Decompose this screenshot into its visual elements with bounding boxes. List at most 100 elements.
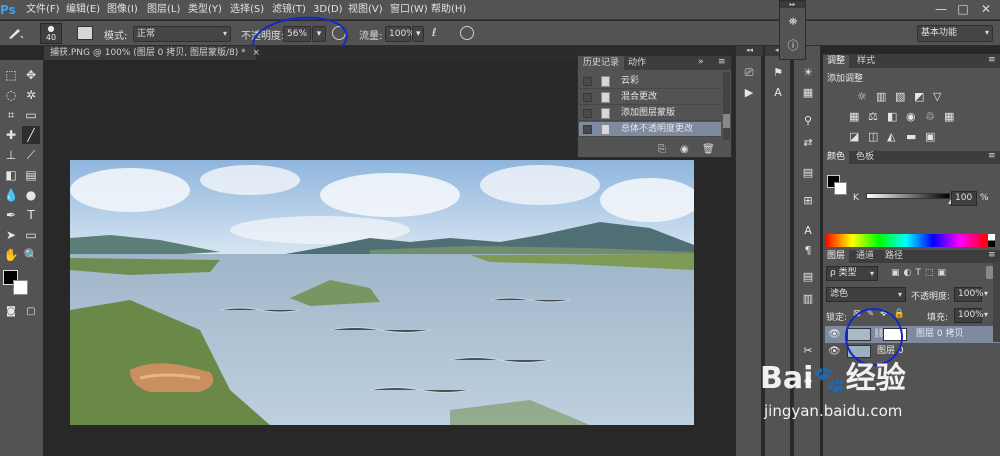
move-tool-icon[interactable]: ✥	[22, 66, 40, 84]
snapshot-camera-icon[interactable]: ◉	[680, 144, 689, 155]
flow-input[interactable]: 100%	[385, 26, 415, 42]
menu-file[interactable]: 文件(F)	[26, 3, 60, 17]
layer-filter-icons[interactable]: ▣◐T⬚▣	[891, 268, 950, 278]
type-tool-icon[interactable]: T	[22, 206, 40, 224]
tab-styles[interactable]: 样式	[853, 55, 879, 68]
history-scrollbar[interactable]	[723, 72, 730, 140]
history-checkbox[interactable]	[583, 109, 592, 118]
actions-play-icon[interactable]: ▶	[740, 84, 758, 102]
photo-filter-icon[interactable]: ◉	[906, 110, 916, 123]
path-selection-tool-icon[interactable]: ➤	[2, 226, 20, 244]
menu-window[interactable]: 窗口(W)	[390, 3, 428, 17]
menu-select[interactable]: 选择(S)	[230, 3, 264, 17]
paragraph-panel-icon[interactable]: A	[769, 84, 787, 102]
properties-panel-icon[interactable]: ▤	[799, 164, 817, 182]
gradient-tool-icon[interactable]: ▤	[22, 166, 40, 184]
workspace-dropdown[interactable]: 基本功能 ▾	[917, 25, 993, 42]
tab-actions[interactable]: 动作	[623, 56, 651, 70]
quick-mask-icon[interactable]: ◙	[2, 303, 20, 321]
color-bw-ramp[interactable]	[988, 234, 995, 247]
levels-icon[interactable]: ▥	[876, 90, 886, 103]
brush-tool-icon[interactable]: ╱	[22, 126, 40, 144]
zoom-tool-icon[interactable]: 🔍	[22, 246, 40, 264]
landscape-photo[interactable]	[70, 160, 694, 425]
panel-menu-icon[interactable]: ≡	[718, 57, 726, 67]
brightness-contrast-icon[interactable]: ☼	[857, 90, 867, 103]
rectangle-tool-icon[interactable]: ▭	[22, 226, 40, 244]
black-white-icon[interactable]: ◧	[887, 110, 897, 123]
posterize-icon[interactable]: ◫	[868, 130, 878, 143]
crop-tool-icon[interactable]: ⌗	[2, 106, 20, 124]
k-channel-input[interactable]: 100	[951, 191, 977, 206]
healing-brush-tool-icon[interactable]: ✚	[2, 126, 20, 144]
maximize-button[interactable]: □	[953, 1, 973, 18]
navigator-icon[interactable]: ⛯	[784, 13, 802, 31]
airbrush-icon[interactable]: ℓ	[432, 26, 448, 40]
chevron-down-icon[interactable]: ▾	[984, 310, 988, 319]
curves-icon[interactable]: ▧	[895, 90, 905, 103]
clone-stamp-tool-icon[interactable]: ⊥	[2, 146, 20, 164]
k-channel-slider[interactable]	[866, 193, 954, 204]
menu-help[interactable]: 帮助(H)	[431, 3, 466, 17]
new-document-from-state-icon[interactable]: ⎘	[658, 144, 666, 155]
color-balance-icon[interactable]: ⚖	[868, 110, 878, 123]
panel-collapse-icon[interactable]: »	[698, 57, 704, 67]
info-icon[interactable]: ⓘ	[784, 37, 802, 55]
screen-mode-icon[interactable]: ▢	[22, 303, 40, 321]
minimize-button[interactable]: —	[931, 1, 951, 18]
history-checkbox[interactable]	[583, 77, 592, 86]
layer-filter-dropdown[interactable]: ρ 类型 ▾	[826, 266, 878, 281]
mode-dropdown[interactable]: 正常 ▾	[133, 26, 231, 42]
lasso-tool-icon[interactable]: ◌	[2, 86, 20, 104]
history-checkbox[interactable]	[583, 93, 592, 102]
history-item-selected[interactable]: 总体不透明度更改	[579, 122, 721, 137]
history-panel-icon[interactable]: ⎚	[740, 64, 758, 82]
history-item[interactable]: 混合更改	[579, 90, 721, 105]
color-background-swatch[interactable]	[834, 182, 847, 195]
color-spectrum-ramp[interactable]	[825, 234, 987, 247]
layers-scrollbar[interactable]	[993, 262, 1000, 342]
eraser-tool-icon[interactable]: ◧	[2, 166, 20, 184]
info-panel-icon[interactable]: ⊞	[799, 192, 817, 210]
brush-presets-icon[interactable]: ⚲	[799, 112, 817, 130]
invert-icon[interactable]: ◪	[849, 130, 859, 143]
panel-expand-icon[interactable]: ▸▸	[780, 1, 805, 8]
menu-3d[interactable]: 3D(D)	[313, 3, 343, 17]
tab-adjustments[interactable]: 调整	[823, 55, 850, 68]
layer-opacity-input[interactable]: 100%	[954, 287, 984, 302]
gradient-map-icon[interactable]: ▬	[906, 130, 916, 143]
pressure-size-icon[interactable]	[460, 26, 474, 40]
history-brush-tool-icon[interactable]: ⟋	[22, 146, 40, 164]
menu-view[interactable]: 视图(V)	[348, 3, 383, 17]
pen-tool-icon[interactable]: ✒	[2, 206, 20, 224]
histogram-panel-icon[interactable]: ▦	[799, 84, 817, 102]
panel-menu-icon[interactable]: ≡	[988, 55, 996, 65]
selective-color-icon[interactable]: ▣	[925, 130, 935, 143]
delete-trash-icon[interactable]: 🗑	[702, 144, 715, 155]
dock-collapse-icon[interactable]: ◂◂	[736, 46, 763, 56]
paragraph-styles-icon[interactable]: ¶	[799, 242, 817, 260]
tab-layers[interactable]: 图层	[823, 250, 850, 263]
close-button[interactable]: ✕	[976, 1, 996, 18]
flow-slider-toggle[interactable]: ▾	[412, 26, 424, 42]
tab-swatches[interactable]: 色板	[852, 151, 878, 164]
blur-tool-icon[interactable]: 💧	[2, 186, 20, 204]
menu-edit[interactable]: 编辑(E)	[66, 3, 100, 17]
brush-panel-toggle-icon[interactable]	[77, 26, 93, 40]
notes-panel-icon[interactable]: ▤	[799, 268, 817, 286]
panel-menu-icon[interactable]: ≡	[988, 151, 996, 161]
eye-visibility-icon[interactable]: 👁	[828, 343, 841, 360]
channel-mixer-icon[interactable]: ♲	[925, 110, 935, 123]
eye-visibility-icon[interactable]: 👁	[828, 326, 841, 343]
tab-paths[interactable]: 路径	[881, 250, 907, 263]
menu-image[interactable]: 图像(I)	[107, 3, 138, 17]
background-color-swatch[interactable]	[13, 280, 28, 295]
ruler-tool-icon[interactable]: ▭	[22, 106, 40, 124]
tab-color[interactable]: 颜色	[823, 151, 850, 164]
brush-size-picker[interactable]: ● 40	[40, 23, 62, 44]
dodge-tool-icon[interactable]: ●	[22, 186, 40, 204]
layer-fill-input[interactable]: 100%	[954, 308, 984, 323]
tab-channels[interactable]: 通道	[852, 250, 878, 263]
hand-tool-icon[interactable]: ✋	[2, 246, 20, 264]
scrollbar-thumb[interactable]	[723, 114, 730, 128]
